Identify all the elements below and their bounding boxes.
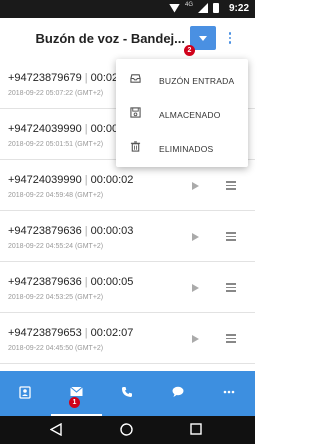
- chat-icon: [172, 386, 184, 397]
- menu-item-label: ELIMINADOS: [159, 144, 214, 154]
- page-title: Buzón de voz - Bandej...: [35, 31, 185, 46]
- message-duration: 00:00:02: [90, 174, 134, 186]
- signal-icon: [198, 3, 208, 13]
- menu-item-inbox[interactable]: BUZÓN ENTRADA: [116, 62, 248, 96]
- folder-dropdown-menu: BUZÓN ENTRADA ALMACENADO ELIMINADOS: [116, 59, 248, 167]
- more-icon: [223, 390, 235, 394]
- play-icon[interactable]: [192, 335, 199, 343]
- save-icon: [130, 107, 141, 118]
- list-item[interactable]: +94723879636 | 00:00:05 2018-09-22 04:53:2…: [0, 262, 255, 313]
- message-datetime: 2018-09-22 04:59:48 (GMT+2): [8, 192, 104, 199]
- wifi-icon: [168, 3, 180, 13]
- play-icon[interactable]: [192, 233, 199, 241]
- home-icon[interactable]: [120, 423, 133, 436]
- caller-number: +94723879679: [8, 72, 82, 84]
- status-icons: 4G: [168, 2, 219, 13]
- menu-item-deleted[interactable]: ELIMINADOS: [116, 130, 248, 164]
- caller-number: +94724039990: [8, 174, 82, 186]
- drag-handle-icon[interactable]: [226, 283, 236, 292]
- caller-number: +94724039990: [8, 123, 82, 135]
- message-datetime: 2018-09-22 04:53:25 (GMT+2): [8, 294, 104, 301]
- message-duration: 00:00:05: [90, 276, 134, 288]
- caller-number: +94723879636: [8, 276, 82, 288]
- list-item[interactable]: +94723879653 | 00:02:07 2018-09-22 04:45:5…: [0, 313, 255, 364]
- play-icon[interactable]: [192, 284, 199, 292]
- list-item[interactable]: +94724039990 | 00:00:02 2018-09-22 04:59:4…: [0, 160, 255, 211]
- caller-number: +94723879636: [8, 225, 82, 237]
- step-badge: 1: [69, 397, 80, 408]
- tab-voicemail[interactable]: [51, 371, 102, 416]
- app-header: Buzón de voz - Bandej...: [0, 18, 255, 58]
- message-datetime: 2018-09-22 05:07:22 (GMT+2): [8, 90, 104, 97]
- play-icon[interactable]: [192, 182, 199, 190]
- step-badge: 2: [184, 45, 195, 56]
- overflow-menu-button[interactable]: [227, 32, 233, 46]
- back-icon[interactable]: [50, 423, 62, 436]
- status-bar: 4G 9:22: [0, 0, 255, 18]
- system-nav-bar: [0, 416, 255, 444]
- tab-more[interactable]: [204, 371, 255, 416]
- message-duration: 00:02:07: [90, 327, 134, 339]
- drag-handle-icon[interactable]: [226, 232, 236, 241]
- drag-handle-icon[interactable]: [226, 334, 236, 343]
- mail-icon: [70, 386, 83, 396]
- bottom-nav: [0, 371, 255, 416]
- chevron-down-icon: [199, 36, 207, 41]
- list-item[interactable]: +94723879636 | 00:00:03 2018-09-22 04:55:2…: [0, 211, 255, 262]
- tab-calls[interactable]: [102, 371, 153, 416]
- network-type: 4G: [184, 2, 193, 8]
- tab-messages[interactable]: [153, 371, 204, 416]
- menu-item-label: ALMACENADO: [159, 110, 221, 120]
- message-datetime: 2018-09-22 05:01:51 (GMT+2): [8, 141, 104, 148]
- inbox-icon: [130, 74, 141, 83]
- drag-handle-icon[interactable]: [226, 181, 236, 190]
- contacts-icon: [19, 386, 31, 399]
- message-duration: 00:00:03: [90, 225, 134, 237]
- recents-icon[interactable]: [190, 423, 202, 435]
- tab-contacts[interactable]: [0, 371, 51, 416]
- menu-item-stored[interactable]: ALMACENADO: [116, 96, 248, 130]
- message-datetime: 2018-09-22 04:55:24 (GMT+2): [8, 243, 104, 250]
- caller-number: +94723879653: [8, 327, 82, 339]
- more-vert-icon: [228, 32, 232, 35]
- clock: 9:22: [228, 3, 249, 14]
- trash-icon: [130, 141, 141, 152]
- battery-icon: [213, 3, 219, 13]
- message-datetime: 2018-09-22 04:45:50 (GMT+2): [8, 345, 104, 352]
- phone-icon: [122, 387, 132, 397]
- menu-item-label: BUZÓN ENTRADA: [159, 76, 235, 86]
